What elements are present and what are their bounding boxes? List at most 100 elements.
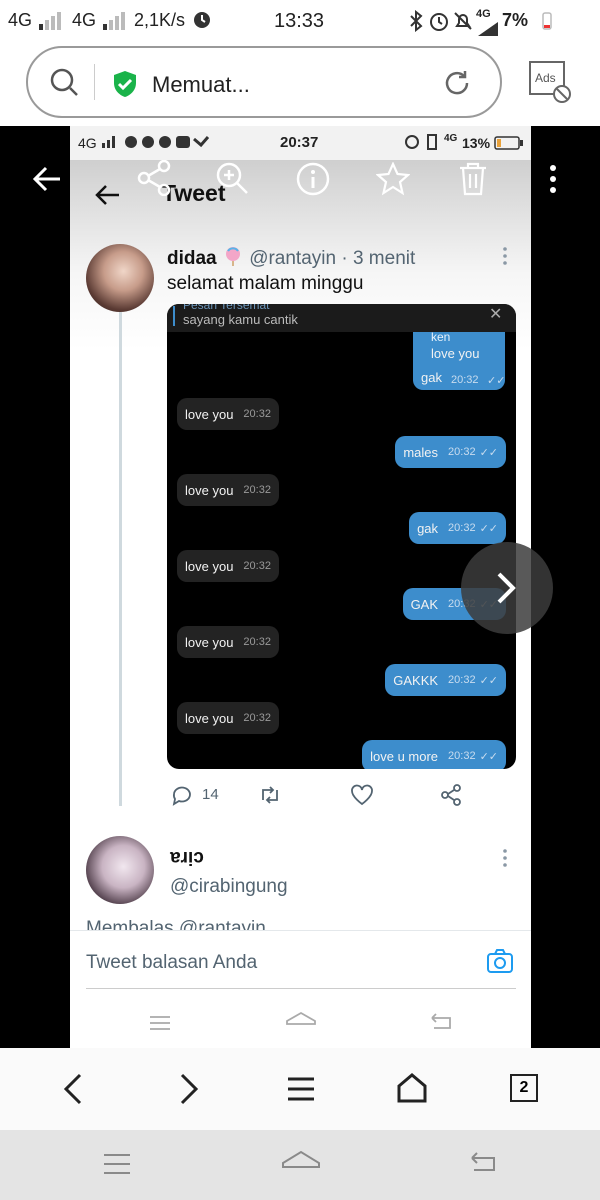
recents-icon[interactable]	[102, 1152, 132, 1181]
tweet-text: selamat malam minggu	[167, 273, 364, 294]
bubble-time: 20:32	[451, 374, 479, 386]
signal-label-2: 4G	[72, 10, 97, 30]
incoming-message: love you 20:32	[177, 626, 279, 658]
reload-icon[interactable]	[442, 68, 472, 103]
pinned-accent	[173, 306, 175, 326]
network-speed: 2,1K/s	[134, 10, 186, 30]
home-icon[interactable]	[396, 1072, 428, 1109]
inner-signal: 4G	[78, 135, 97, 151]
tab-count[interactable]: 2	[510, 1074, 538, 1102]
reply-input[interactable]: Tweet balasan Anda	[86, 952, 257, 974]
thread-line	[119, 312, 122, 806]
battery-icon	[542, 12, 552, 35]
message-time: 20:32	[448, 750, 476, 762]
back-icon	[428, 1012, 454, 1037]
more-vertical-icon[interactable]	[548, 164, 558, 199]
message-text: GAK	[410, 596, 439, 612]
battery-icon	[494, 136, 524, 153]
next-image-button[interactable]	[461, 542, 553, 634]
bubble-line-3: gak	[421, 370, 442, 385]
outgoing-message: males 20:32 ✓✓	[395, 436, 506, 468]
clock: 13:33	[274, 10, 325, 32]
chevron-right-icon	[493, 570, 521, 611]
back-arrow-icon[interactable]	[94, 184, 120, 211]
alarm-clock-icon	[192, 10, 212, 35]
delete-trash-icon[interactable]	[458, 162, 488, 201]
message-time: 20:32	[448, 674, 476, 686]
more-options-icon[interactable]	[500, 848, 510, 873]
inner-status-bar: 4G 20:37 4G 13%	[70, 126, 531, 160]
replying-to-clip: Membalas @rantayin	[86, 918, 526, 930]
favorite-star-icon[interactable]	[375, 161, 411, 201]
read-check-icon: ✓✓	[487, 375, 506, 387]
message-time: 20:32	[243, 636, 271, 648]
avatar[interactable]	[86, 244, 154, 312]
like-heart-icon[interactable]	[350, 784, 374, 811]
browser-back-icon[interactable]	[62, 1072, 86, 1111]
tweet-actions: 14	[170, 782, 470, 808]
viewer-share-icon[interactable]	[136, 159, 172, 201]
screen: 4G 4G 2,1K/s 13:33 4G 7% Memuat... Ads 4…	[0, 0, 600, 1200]
ad-block-button[interactable]: Ads	[528, 60, 572, 104]
reply-icon[interactable]	[170, 784, 192, 811]
system-nav-bar	[0, 1130, 600, 1200]
signal-bars-icon	[103, 12, 129, 35]
reply-author-name[interactable]: cira	[170, 846, 204, 868]
pinned-preview: sayang kamu cantik	[183, 312, 298, 327]
inner-clock: 20:37	[280, 134, 319, 151]
inner-network: 4G	[444, 133, 458, 144]
menu-icon	[148, 1014, 172, 1037]
tweet-header: didaa @rantayin · 3 menit	[167, 246, 415, 270]
address-bar[interactable]: Memuat...	[26, 46, 502, 118]
back-icon[interactable]	[466, 1150, 498, 1181]
search-icon	[50, 68, 80, 103]
reply-author-handle[interactable]: @cirabingung	[170, 876, 288, 898]
avatar[interactable]	[86, 836, 154, 904]
message-text: gak	[417, 520, 439, 536]
reply-count: 14	[202, 786, 219, 803]
zoom-in-icon[interactable]	[214, 160, 250, 201]
signal-label-1: 4G	[8, 10, 33, 30]
tweet-time: · 3 menit	[341, 248, 416, 269]
url-text: Memuat...	[152, 72, 250, 97]
tweet-image[interactable]: Pesan Tersemat sayang kamu cantik ✕ ken …	[167, 304, 516, 769]
home-icon[interactable]	[280, 1148, 322, 1183]
alarm-icon	[404, 134, 420, 153]
input-underline	[86, 988, 516, 989]
message-text: love you	[185, 406, 234, 422]
more-options-icon[interactable]	[500, 246, 510, 271]
notification-icons	[124, 135, 212, 152]
message-text: love u more	[370, 748, 439, 764]
lollipop-emoji-icon	[222, 246, 244, 266]
info-icon[interactable]	[296, 162, 330, 201]
read-check-icon: ✓✓	[479, 446, 498, 459]
message-time: 20:32	[448, 446, 476, 458]
browser-toolbar: Memuat... Ads	[0, 42, 600, 126]
replying-to: Membalas @rantayin	[86, 918, 266, 930]
outgoing-message: gak 20:32 ✓✓	[409, 512, 506, 544]
read-check-icon: ✓✓	[479, 674, 498, 687]
menu-icon[interactable]	[286, 1076, 316, 1107]
message-text: love you	[185, 710, 234, 726]
retweet-icon[interactable]	[258, 784, 282, 811]
network-type: 4G	[476, 8, 491, 20]
message-text: GAKKK	[393, 672, 439, 688]
inner-battery: 13%	[462, 135, 491, 151]
home-icon	[284, 1010, 318, 1037]
author-name[interactable]: didaa	[167, 248, 217, 269]
browser-forward-icon[interactable]	[176, 1072, 200, 1111]
incoming-message: love you 20:32	[177, 550, 279, 582]
message-text: love you	[185, 634, 234, 650]
outgoing-message: GAKKK 20:32 ✓✓	[385, 664, 506, 696]
message-text: love you	[185, 558, 234, 574]
read-check-icon: ✓✓	[479, 750, 498, 763]
browser-nav-bar: 2	[0, 1048, 600, 1130]
author-handle[interactable]: @rantayin	[249, 248, 336, 269]
battery-percent: 7%	[502, 10, 529, 30]
message-time: 20:32	[243, 408, 271, 420]
vibrate-icon	[424, 134, 440, 153]
viewer-back-arrow-icon[interactable]	[32, 164, 62, 199]
share-icon[interactable]	[440, 784, 462, 811]
camera-icon[interactable]	[486, 948, 514, 979]
status-bar: 4G 4G 2,1K/s 13:33 4G 7%	[0, 0, 600, 42]
